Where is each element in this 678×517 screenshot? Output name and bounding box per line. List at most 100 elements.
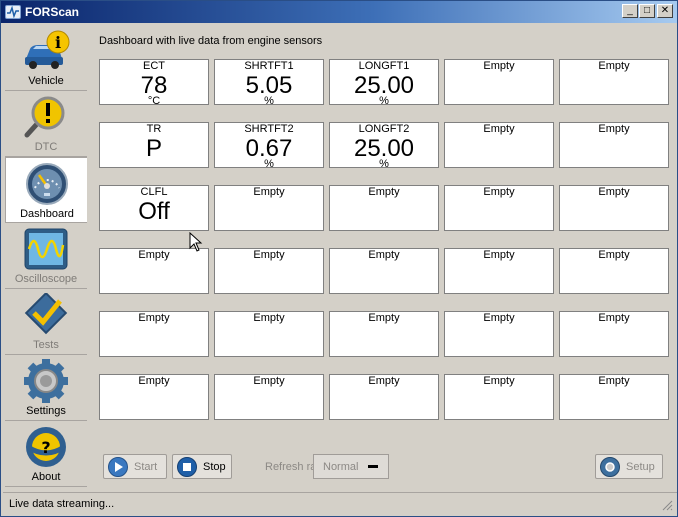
- gauge-cell[interactable]: SHRTFT1 5.05%: [214, 59, 324, 107]
- close-button[interactable]: ✕: [657, 4, 673, 18]
- gauge-cell[interactable]: LONGFT1 25.00%: [329, 59, 439, 107]
- minimize-button[interactable]: _: [622, 4, 638, 18]
- status-text: Live data streaming...: [9, 498, 115, 510]
- gauge-cell[interactable]: Empty: [444, 374, 554, 420]
- gauge-cell[interactable]: Empty: [559, 311, 669, 357]
- gauge-label: Empty: [368, 249, 400, 261]
- gauge-label: Empty: [483, 60, 515, 72]
- gauge-label: ECT: [143, 60, 165, 72]
- sidebar-item-vehicle[interactable]: i Vehicle: [5, 25, 87, 91]
- gauge-cell[interactable]: ECT 78 °C: [99, 59, 209, 107]
- gauge-cell[interactable]: Empty: [99, 311, 209, 357]
- sidebar-item-label: Dashboard: [20, 208, 74, 220]
- dashboard-caption: Dashboard with live data from engine sen…: [99, 35, 323, 47]
- gauge-cell[interactable]: Empty: [214, 374, 324, 420]
- gauge-cell[interactable]: SHRTFT2 0.67%: [214, 122, 324, 170]
- mouse-cursor-icon: [189, 232, 203, 252]
- steering-wheel-icon: ?: [22, 425, 70, 469]
- title-bar: FORScan _ □ ✕: [1, 1, 677, 23]
- gauge-cell[interactable]: CLFL Off: [99, 185, 209, 231]
- sidebar-item-dashboard[interactable]: Dashboard: [5, 157, 87, 223]
- sidebar-item-tests[interactable]: Tests: [5, 289, 87, 355]
- gauge-value: P: [145, 135, 162, 162]
- gauge-label: TR: [146, 123, 162, 135]
- sidebar-item-settings[interactable]: Settings: [5, 355, 87, 421]
- gauge-label: Empty: [483, 375, 515, 387]
- gauge-label: Empty: [598, 186, 630, 198]
- gauge-label: Empty: [138, 312, 170, 324]
- gauge-cell[interactable]: Empty: [329, 374, 439, 420]
- sidebar-item-label: Oscilloscope: [14, 273, 78, 285]
- sidebar-item-label: Tests: [33, 339, 59, 351]
- gauge-unit: %: [379, 95, 389, 107]
- gauge-cell[interactable]: Empty: [214, 311, 324, 357]
- gauge-label: Empty: [483, 249, 515, 261]
- gauge-label: Empty: [253, 249, 285, 261]
- start-button[interactable]: Start: [103, 454, 167, 479]
- gear-icon: [600, 457, 620, 477]
- gauge-label: Empty: [253, 186, 285, 198]
- gauge-cell[interactable]: Empty: [559, 122, 669, 168]
- toolbar: Start Stop Refresh rate: Normal Setup: [89, 445, 673, 489]
- svg-text:?: ?: [41, 438, 50, 457]
- forscan-window: FORScan _ □ ✕ i Vehicle DTC Dashboard Os…: [0, 0, 678, 517]
- gauge-cell[interactable]: Empty: [444, 185, 554, 231]
- stop-icon: [177, 457, 197, 477]
- gauge-unit: %: [379, 158, 389, 170]
- gauge-label: Empty: [253, 375, 285, 387]
- gauge-cell[interactable]: Empty: [559, 374, 669, 420]
- gauge-icon: [23, 162, 71, 206]
- sidebar-item-label: DTC: [34, 141, 58, 153]
- gauge-cell[interactable]: Empty: [99, 374, 209, 420]
- svg-text:i: i: [55, 33, 61, 52]
- gauge-label: LONGFT2: [358, 123, 410, 135]
- sidebar-item-label: Vehicle: [28, 75, 64, 87]
- window-title: FORScan: [25, 5, 80, 19]
- play-icon: [108, 457, 128, 477]
- sidebar-item-oscilloscope[interactable]: Oscilloscope: [5, 223, 87, 289]
- checkmark-icon: [22, 291, 70, 337]
- gauge-cell[interactable]: Empty: [444, 248, 554, 294]
- resize-grip-icon[interactable]: [661, 499, 673, 511]
- gauge-label: Empty: [483, 186, 515, 198]
- gauge-cell[interactable]: Empty: [559, 185, 669, 231]
- gauge-cell[interactable]: LONGFT2 25.00%: [329, 122, 439, 170]
- gauge-label: Empty: [598, 249, 630, 261]
- gauge-label: Empty: [138, 375, 170, 387]
- gauge-label: SHRTFT2: [244, 123, 294, 135]
- car-info-icon: i: [22, 29, 70, 73]
- sidebar-item-label: Settings: [26, 405, 66, 417]
- gauge-label: Empty: [368, 312, 400, 324]
- setup-button[interactable]: Setup: [595, 454, 663, 479]
- dashboard-panel: Dashboard with live data from engine sen…: [89, 27, 673, 489]
- sidebar-item-about[interactable]: ? About: [5, 421, 87, 487]
- gauge-cell[interactable]: Empty: [444, 122, 554, 168]
- gauge-cell[interactable]: Empty: [214, 185, 324, 231]
- gauge-cell[interactable]: TR P: [99, 122, 209, 168]
- gauge-cell[interactable]: Empty: [559, 59, 669, 105]
- sidebar-item-dtc[interactable]: DTC: [5, 91, 87, 157]
- gauge-cell[interactable]: Empty: [329, 185, 439, 231]
- status-bar: Live data streaming...: [3, 492, 677, 514]
- gauge-cell[interactable]: Empty: [99, 248, 209, 294]
- gear-icon: [22, 359, 70, 403]
- gauge-cell[interactable]: Empty: [444, 59, 554, 105]
- app-icon: [5, 5, 21, 19]
- gauge-label: SHRTFT1: [244, 60, 294, 72]
- gauge-label: Empty: [368, 186, 400, 198]
- refresh-rate-select[interactable]: Normal: [313, 454, 389, 479]
- gauge-cell[interactable]: Empty: [329, 311, 439, 357]
- gauge-label: CLFL: [140, 186, 168, 198]
- stop-button[interactable]: Stop: [172, 454, 232, 479]
- gauge-cell[interactable]: Empty: [214, 248, 324, 294]
- gauge-cell[interactable]: Empty: [559, 248, 669, 294]
- gauge-label: LONGFT1: [358, 60, 410, 72]
- gauge-cell[interactable]: Empty: [329, 248, 439, 294]
- gauge-label: Empty: [598, 375, 630, 387]
- gauge-cell[interactable]: Empty: [444, 311, 554, 357]
- magnifier-alert-icon: [22, 95, 70, 139]
- gauge-label: Empty: [253, 312, 285, 324]
- dropdown-arrow-icon: [368, 465, 378, 468]
- gauge-label: Empty: [598, 60, 630, 72]
- maximize-button[interactable]: □: [639, 4, 655, 18]
